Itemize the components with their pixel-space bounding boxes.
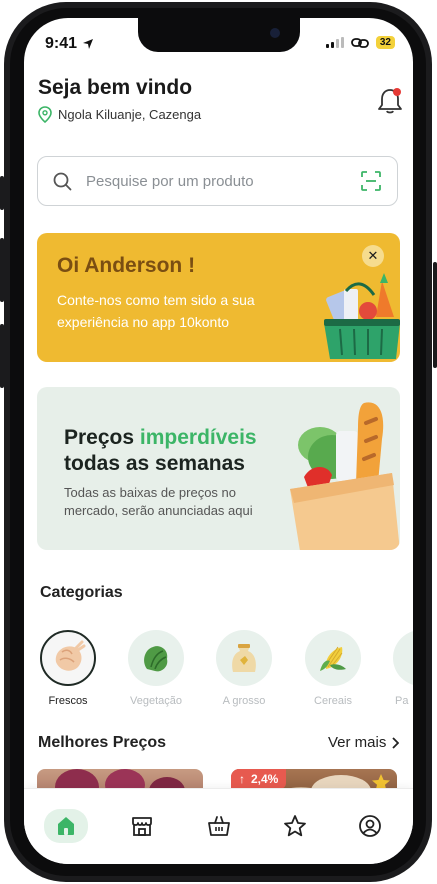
- location-row[interactable]: Ngola Kiluanje, Cazenga: [38, 106, 201, 123]
- profile-icon: [359, 815, 381, 837]
- camera: [270, 28, 280, 38]
- basket-icon: [208, 816, 230, 836]
- category-label: Frescos: [48, 695, 88, 707]
- arrow-up-icon: ↑: [239, 772, 245, 786]
- search-bar[interactable]: [37, 156, 398, 206]
- category-item[interactable]: Frescos: [37, 630, 99, 707]
- category-item[interactable]: Pa: [390, 630, 413, 707]
- category-item[interactable]: Vegetação: [125, 630, 187, 707]
- deals-title-part1: Preços: [64, 426, 140, 449]
- promo-title: Oi Anderson !: [57, 254, 196, 277]
- category-label: Vegetação: [130, 695, 182, 707]
- close-icon[interactable]: ✕: [362, 245, 384, 267]
- search-icon: [53, 172, 72, 190]
- app-screen: 9:41 32 Seja bem vindo Ngola Kiluanje, C…: [24, 18, 413, 864]
- battery-indicator: 32: [375, 36, 395, 49]
- scan-icon[interactable]: [361, 171, 381, 191]
- grocery-basket-illustration: [324, 273, 400, 359]
- tab-home[interactable]: [44, 809, 88, 843]
- bottom-tab-bar: [24, 788, 413, 864]
- deals-title-part2: todas as semanas: [64, 452, 245, 475]
- category-label: Cereais: [314, 695, 352, 707]
- tab-basket[interactable]: [199, 809, 239, 843]
- location-arrow-icon: [83, 39, 94, 49]
- store-icon: [132, 817, 152, 836]
- promo-text: Conte-nos como tem sido a sua experiênci…: [57, 292, 255, 330]
- tab-stores[interactable]: [122, 809, 162, 843]
- feedback-banner[interactable]: Oi Anderson ! Conte-nos como tem sido a …: [37, 233, 400, 362]
- power-button: [433, 262, 437, 368]
- status-time: 9:41: [45, 35, 94, 53]
- lettuce-icon: [128, 630, 184, 686]
- dynamic-island: [138, 18, 300, 52]
- see-more-link[interactable]: Ver mais: [328, 734, 400, 751]
- deals-title-highlight: imperdíveis: [139, 426, 257, 449]
- category-item[interactable]: A grosso: [213, 630, 275, 707]
- map-pin-icon: [38, 106, 52, 123]
- category-label: A grosso: [222, 695, 266, 707]
- bread-icon: [393, 630, 413, 686]
- deals-title: Preços imperdíveis todas as semanas: [64, 425, 257, 477]
- category-label: Pa: [395, 695, 409, 707]
- chevron-right-icon: [392, 736, 400, 749]
- location-text: Ngola Kiluanje, Cazenga: [58, 107, 202, 122]
- tab-favorites[interactable]: [275, 809, 315, 843]
- tab-profile[interactable]: [350, 809, 390, 843]
- grocery-bag-illustration: [290, 402, 400, 550]
- discount-badge: ↑ 2,4%: [231, 769, 287, 789]
- link-icon: [350, 37, 369, 48]
- signal-icon: [325, 37, 344, 48]
- volume-down-button: [0, 324, 4, 388]
- weekly-deals-banner[interactable]: Preços imperdíveis todas as semanas Toda…: [37, 387, 400, 550]
- best-prices-title: Melhores Preços: [38, 734, 167, 751]
- chicken-icon: [40, 630, 96, 686]
- category-item[interactable]: Cereais: [302, 630, 364, 707]
- mute-switch: [0, 176, 4, 210]
- sack-icon: [216, 630, 272, 686]
- home-icon: [58, 817, 74, 835]
- deals-subtitle: Todas as baixas de preços no mercado, se…: [64, 485, 253, 518]
- status-icons: 32: [325, 36, 395, 49]
- see-more-label: Ver mais: [328, 734, 387, 751]
- greeting-title: Seja bem vindo: [38, 76, 193, 99]
- categories-title: Categorias: [40, 584, 123, 601]
- discount-value: 2,4%: [251, 772, 279, 786]
- volume-up-button: [0, 238, 4, 302]
- time-text: 9:41: [45, 35, 78, 52]
- search-input[interactable]: [84, 171, 348, 191]
- star-icon: [284, 815, 306, 837]
- notification-bell-icon[interactable]: [376, 86, 404, 116]
- corn-icon: [305, 630, 361, 686]
